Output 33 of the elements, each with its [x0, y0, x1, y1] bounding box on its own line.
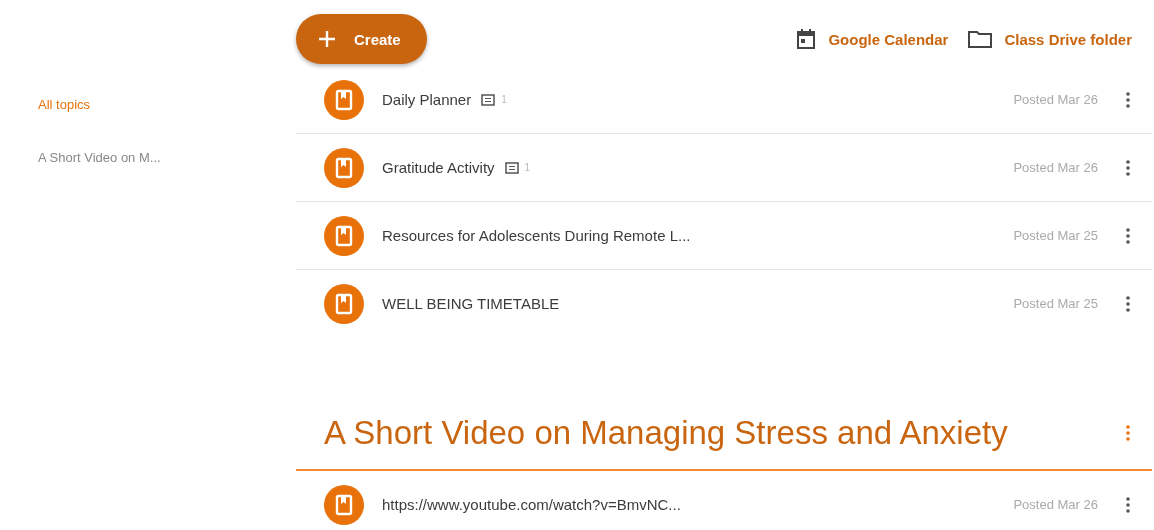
toolbar-link[interactable]: Google Calendar: [828, 30, 949, 48]
assignment-icon: [324, 484, 364, 525]
comment-icon: [481, 93, 496, 106]
assignment-icon: [324, 283, 364, 324]
post-title[interactable]: WELL BEING TIMETABLE: [382, 295, 560, 312]
posted-date: Posted Mar 26: [1013, 92, 1098, 107]
create-button[interactable]: Create: [296, 14, 427, 64]
posted-date: Posted Mar 25: [1013, 296, 1098, 311]
more-icon: [1126, 159, 1130, 176]
more-icon: [1126, 496, 1130, 513]
more-icon: [1126, 295, 1130, 312]
comment-count: 1: [524, 162, 531, 173]
folder-icon: [968, 30, 993, 48]
more-icon: [1126, 227, 1130, 244]
post-title[interactable]: https://www.youtube.com/watch?v=BmvNC...: [382, 496, 681, 513]
posted-date: Posted Mar 26: [1013, 160, 1098, 175]
topic-link[interactable]: A Short Video on M...: [38, 150, 161, 165]
assignment-icon: [324, 79, 364, 120]
more-icon: [1126, 425, 1130, 441]
assignment-icon: [324, 147, 364, 188]
calendar-icon: [796, 28, 817, 50]
assignment-icon: [324, 215, 364, 256]
post-title[interactable]: Resources for Adolescents During Remote L...: [382, 227, 691, 244]
topic-heading: A Short Video on Managing Stress and Anxiety: [324, 414, 1008, 452]
plus-icon: [318, 30, 336, 48]
post-title[interactable]: Gratitude Activity: [382, 159, 495, 176]
posted-date: Posted Mar 26: [1013, 497, 1098, 512]
comment-count: 1: [501, 94, 507, 105]
posted-date: Posted Mar 25: [1013, 228, 1098, 243]
comment-icon: [504, 161, 519, 174]
post-title[interactable]: Daily Planner: [382, 91, 472, 108]
toolbar-link[interactable]: Class Drive folder: [1004, 30, 1132, 48]
more-icon: [1126, 91, 1130, 108]
